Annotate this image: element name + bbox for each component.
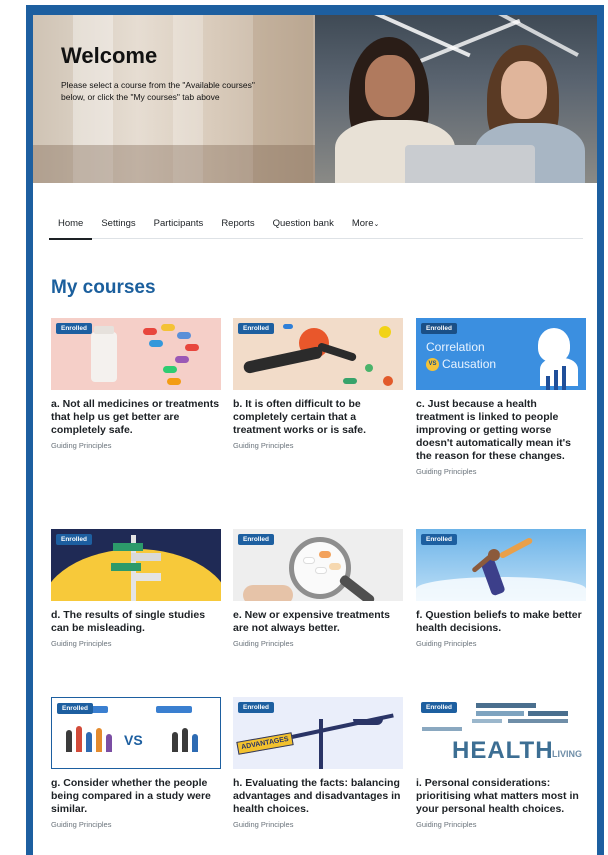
course-image[interactable]: Enrolled	[233, 318, 403, 390]
living-word: LIVING	[552, 749, 583, 759]
thumb-text: Correlation	[426, 340, 485, 354]
course-nav-tabs: Home Settings Participants Reports Quest…	[49, 215, 583, 240]
course-category: Guiding Principles	[416, 639, 477, 648]
course-image[interactable]: Enrolled VS	[51, 697, 221, 769]
course-card[interactable]: Enrolled f. Question beliefs to make bet…	[416, 529, 586, 648]
course-card[interactable]: Enrolled Correlation VS Causation c. Jus…	[416, 318, 586, 476]
thumb-text: Causation	[442, 357, 497, 371]
health-word: HEALTH	[452, 737, 554, 764]
course-title[interactable]: i. Personal considerations: prioritising…	[416, 777, 586, 816]
advantages-label: ADVANTAGES	[236, 732, 294, 755]
page-content: Welcome Please select a course from the …	[33, 15, 597, 855]
course-title[interactable]: g. Consider whether the people being com…	[51, 777, 221, 816]
course-image[interactable]: Enrolled ADVANTAGES	[233, 697, 403, 769]
course-title[interactable]: h. Evaluating the facts: balancing advan…	[233, 777, 403, 816]
vs-badge: VS	[426, 358, 439, 371]
course-category: Guiding Principles	[416, 820, 477, 829]
enrolled-badge: Enrolled	[421, 534, 458, 545]
tab-reports[interactable]: Reports	[212, 215, 263, 239]
tab-participants[interactable]: Participants	[145, 215, 213, 239]
course-title[interactable]: b. It is often difficult to be completel…	[233, 398, 403, 437]
banner-photo	[315, 15, 597, 183]
course-card[interactable]: Enrolled a. Not all medicines or treatme…	[51, 318, 221, 450]
enrolled-badge: Enrolled	[56, 534, 93, 545]
enrolled-badge: Enrolled	[57, 703, 94, 714]
course-category: Guiding Principles	[416, 467, 477, 476]
enrolled-badge: Enrolled	[238, 534, 275, 545]
course-category: Guiding Principles	[51, 820, 112, 829]
course-category: Guiding Principles	[51, 639, 112, 648]
course-image[interactable]: Enrolled	[416, 529, 586, 601]
course-title[interactable]: f. Question beliefs to make better healt…	[416, 609, 586, 635]
course-title[interactable]: e. New or expensive treatments are not a…	[233, 609, 403, 635]
tab-question-bank[interactable]: Question bank	[264, 215, 343, 239]
enrolled-badge: Enrolled	[238, 323, 275, 334]
my-courses-heading: My courses	[51, 277, 156, 298]
course-category: Guiding Principles	[233, 639, 294, 648]
course-card[interactable]: Enrolled ADVANTAGES h. Evaluating the fa…	[233, 697, 403, 829]
course-category: Guiding Principles	[51, 441, 112, 450]
page-frame: Welcome Please select a course from the …	[26, 5, 604, 855]
enrolled-badge: Enrolled	[421, 323, 458, 334]
tab-more[interactable]: More⌄	[343, 215, 389, 239]
course-card[interactable]: Enrolled HEALTH LIVING i. Personal consi…	[416, 697, 586, 829]
welcome-banner: Welcome Please select a course from the …	[33, 15, 597, 183]
course-title[interactable]: a. Not all medicines or treatments that …	[51, 398, 221, 437]
course-image[interactable]: Enrolled Correlation VS Causation	[416, 318, 586, 390]
course-card[interactable]: Enrolled e. New or expensive treatments …	[233, 529, 403, 648]
course-category: Guiding Principles	[233, 441, 294, 450]
course-card[interactable]: Enrolled b. It is often difficult to be …	[233, 318, 403, 450]
chevron-down-icon: ⌄	[373, 221, 380, 228]
vs-label: VS	[124, 732, 143, 748]
course-image[interactable]: Enrolled	[51, 529, 221, 601]
enrolled-badge: Enrolled	[56, 323, 93, 334]
course-title[interactable]: d. The results of single studies can be …	[51, 609, 221, 635]
enrolled-badge: Enrolled	[421, 702, 458, 713]
course-image[interactable]: Enrolled	[233, 529, 403, 601]
tab-settings[interactable]: Settings	[92, 215, 144, 239]
course-card[interactable]: Enrolled VS g. Consider whether the peop…	[51, 697, 221, 829]
welcome-title: Welcome	[61, 43, 158, 68]
enrolled-badge: Enrolled	[238, 702, 275, 713]
tab-home[interactable]: Home	[49, 215, 93, 240]
welcome-subtitle: Please select a course from the "Availab…	[61, 80, 255, 102]
course-image[interactable]: Enrolled	[51, 318, 221, 390]
course-image[interactable]: Enrolled HEALTH LIVING	[416, 697, 586, 769]
course-title[interactable]: c. Just because a health treatment is li…	[416, 398, 586, 463]
course-category: Guiding Principles	[233, 820, 294, 829]
course-card[interactable]: Enrolled d. The results of single studie…	[51, 529, 221, 648]
